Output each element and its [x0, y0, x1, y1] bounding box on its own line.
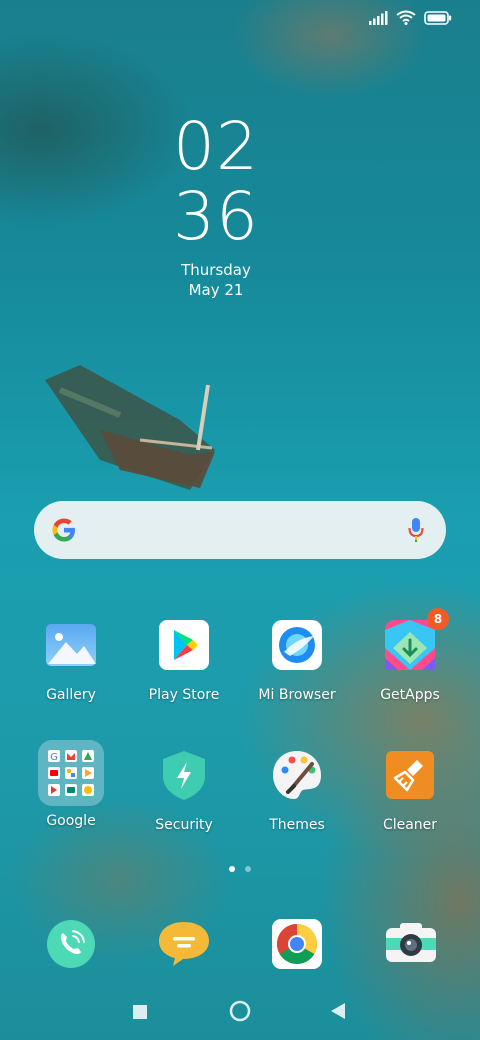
- dock-messages[interactable]: [157, 918, 209, 970]
- play-store-icon: [157, 618, 211, 672]
- security-icon: [157, 748, 211, 802]
- app-label-play-store: Play Store: [148, 687, 220, 703]
- google-search-bar[interactable]: [34, 501, 446, 559]
- square-icon: [133, 1005, 147, 1019]
- getapps-icon: 8: [383, 608, 449, 672]
- app-mi-browser[interactable]: Mi Browser: [242, 618, 352, 704]
- app-label-gallery: Gallery: [46, 687, 96, 703]
- app-label-mi-browser: Mi Browser: [258, 687, 336, 703]
- app-gallery[interactable]: Gallery: [16, 618, 126, 704]
- clock-date: May 21: [188, 281, 244, 299]
- page-dot: [245, 866, 251, 872]
- wifi-icon: [396, 10, 416, 25]
- gallery-icon: [44, 618, 98, 672]
- chrome-icon: [272, 919, 322, 969]
- circle-icon: [229, 1000, 251, 1022]
- status-bar: [368, 10, 452, 25]
- app-label-security: Security: [155, 817, 213, 833]
- clock-minute: 36: [173, 178, 259, 255]
- wallpaper-shipwreck: [45, 365, 215, 490]
- page-indicator[interactable]: [0, 866, 480, 872]
- home-button[interactable]: [229, 1000, 251, 1026]
- clock-day: Thursday: [181, 261, 251, 279]
- app-security[interactable]: Security: [129, 748, 239, 834]
- back-triangle-icon: [331, 1003, 345, 1019]
- app-google-folder[interactable]: G Google: [16, 740, 126, 830]
- mi-browser-icon: [270, 618, 324, 672]
- dock-chrome[interactable]: [271, 918, 323, 970]
- svg-text:G: G: [50, 752, 58, 763]
- navigation-bar: [0, 996, 480, 1026]
- clock-hour: 02: [173, 108, 259, 185]
- themes-icon: [270, 748, 324, 802]
- app-cleaner[interactable]: Cleaner: [355, 748, 465, 834]
- recents-button[interactable]: [133, 1004, 147, 1023]
- google-logo-icon: [52, 518, 75, 542]
- camera-icon: [386, 923, 436, 962]
- phone-icon: [47, 920, 95, 968]
- app-play-store[interactable]: Play Store: [129, 618, 239, 704]
- dock-phone[interactable]: [45, 918, 97, 970]
- cleaner-icon: [383, 748, 437, 802]
- back-button[interactable]: [331, 1003, 345, 1023]
- app-getapps[interactable]: 8 GetApps: [355, 608, 465, 704]
- signal-icon: [369, 10, 388, 25]
- app-themes[interactable]: Themes: [242, 748, 352, 834]
- app-label-cleaner: Cleaner: [382, 817, 438, 833]
- page-dot-active: [229, 866, 235, 872]
- app-label-themes: Themes: [269, 817, 325, 833]
- app-label-getapps: GetApps: [380, 687, 440, 703]
- messages-icon: [159, 922, 209, 966]
- clock-widget[interactable]: 02 36 Thursday May 21: [0, 112, 432, 300]
- battery-icon: [424, 10, 452, 25]
- app-label-google: Google: [46, 813, 96, 829]
- dock-camera[interactable]: [384, 918, 438, 970]
- microphone-icon[interactable]: [408, 517, 424, 543]
- google-folder-icon: G: [38, 740, 104, 806]
- notification-badge: 8: [427, 608, 449, 630]
